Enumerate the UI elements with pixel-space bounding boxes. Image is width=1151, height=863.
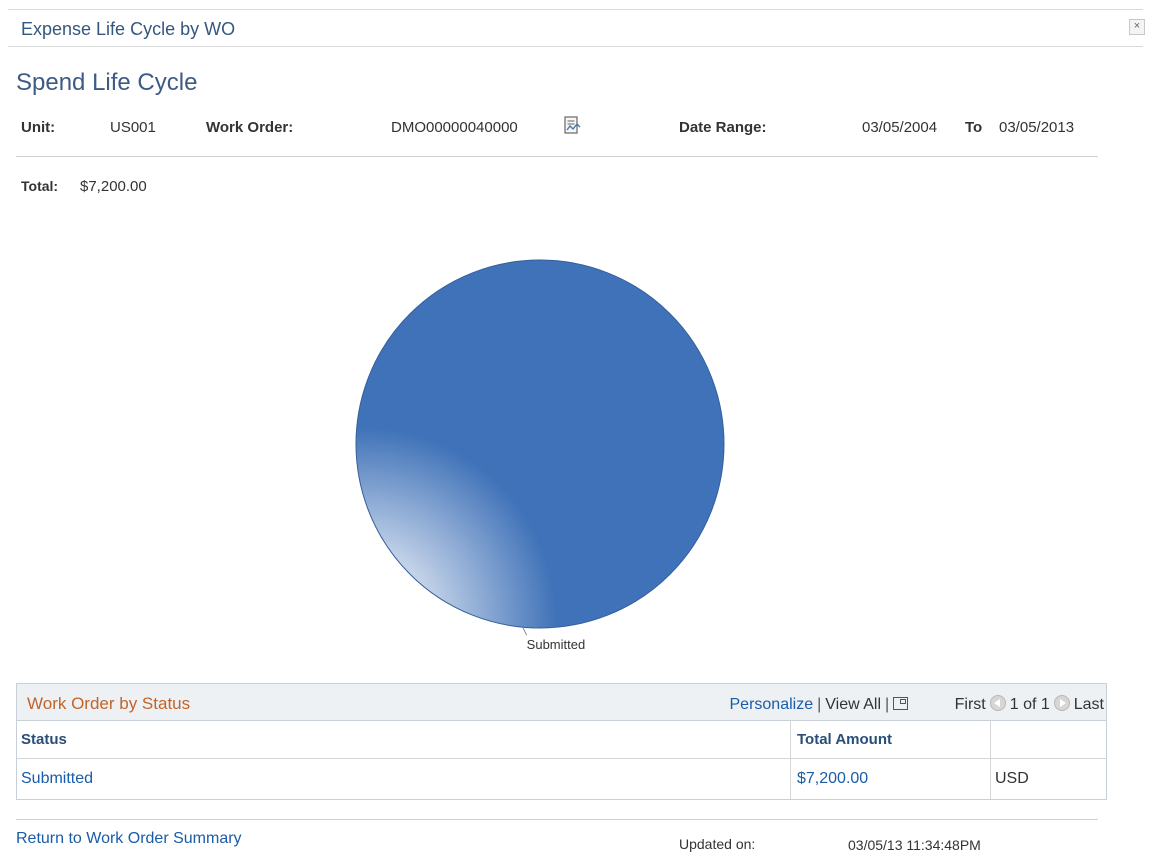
work-order-status-grid: Work Order by Status Personalize | View Al… [16,683,1107,800]
nav-separator: | [885,696,890,713]
updated-on-value: 03/05/13 11:34:48PM [848,837,981,853]
window-title: Expense Life Cycle by WO [21,19,236,39]
paging-text: 1 of 1 [1009,696,1050,713]
work-order-value: DMO00000040000 [391,119,518,136]
header-divider [16,156,1098,157]
first-link[interactable]: First [955,696,986,713]
window-title-bar: Expense Life Cycle by WO × [8,9,1145,47]
updated-on-label: Updated on: [679,836,756,852]
view-all-window-icon[interactable] [893,697,909,710]
work-order-label: Work Order: [206,119,294,136]
unit-value: US001 [110,119,156,136]
date-from-value: 03/05/2004 [862,119,938,136]
date-to-value: 03/05/2013 [999,119,1075,136]
pie-slice[interactable] [355,259,725,629]
page-title: Spend Life Cycle [16,69,198,96]
pie-chart-svg: Submitted [355,259,725,652]
grid-column-headers: Status Total Amount [17,720,1106,759]
pie-slice-label: Submitted [527,637,586,652]
unit-label: Unit: [21,119,56,136]
date-range-label: Date Range: [679,119,767,136]
grid-navigation: Personalize | View All | First 1 of 1 Last [730,695,1107,714]
return-to-summary-link[interactable]: Return to Work Order Summary [16,830,242,848]
currency-value: USD [995,770,1029,787]
total-label: Total: [21,178,59,194]
pie-label-leader [522,626,528,636]
grid-title: Work Order by Status [27,694,191,713]
column-header-status: Status [21,731,67,748]
footer-divider [16,819,1098,820]
status-link[interactable]: Submitted [21,759,93,799]
grid-header: Work Order by Status Personalize | View Al… [17,684,1106,721]
next-icon[interactable] [1053,695,1070,711]
view-all-link[interactable]: View All [825,696,881,713]
document-chart-icon[interactable] [564,116,582,136]
table-row: Submitted $7,200.00 USD [17,759,1106,799]
close-icon[interactable]: × [1129,19,1145,35]
column-header-total-amount: Total Amount [797,731,892,748]
total-amount-link[interactable]: $7,200.00 [797,759,868,799]
total-value: $7,200.00 [80,178,147,195]
spend-pie-chart: Submitted [350,255,730,665]
personalize-link[interactable]: Personalize [730,696,814,713]
previous-icon[interactable] [989,695,1006,711]
nav-separator: | [817,696,822,713]
to-label: To [965,119,983,136]
last-link[interactable]: Last [1074,696,1104,713]
